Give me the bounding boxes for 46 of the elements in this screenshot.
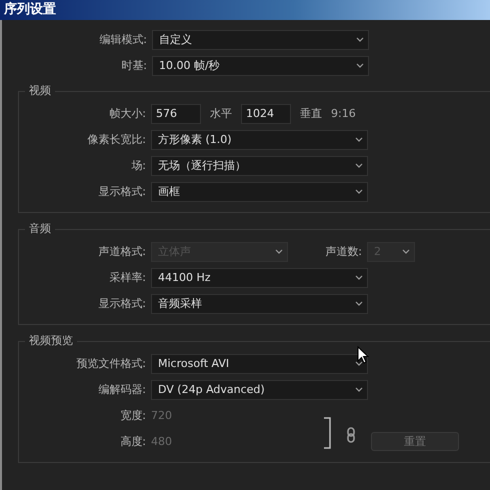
caret-icon xyxy=(355,275,363,280)
pointer-icon xyxy=(357,346,369,364)
field-label: 采样率: xyxy=(108,270,147,285)
caret-icon xyxy=(356,63,364,68)
caret-icon xyxy=(355,163,363,168)
caret-icon xyxy=(355,387,363,392)
field-label: 宽度: xyxy=(119,408,147,423)
field-label: 声道数: xyxy=(324,244,363,259)
dropdown[interactable]: Microsoft AVI xyxy=(151,354,368,374)
dropdown[interactable]: 44100 Hz xyxy=(151,268,368,288)
field-label: 预览文件格式: xyxy=(75,356,147,371)
section-title: 视频预览 xyxy=(25,333,77,349)
dropdown[interactable]: 无场（逐行扫描） xyxy=(151,156,368,176)
dropdown[interactable]: DV (24p Advanced) xyxy=(151,380,368,400)
caret-icon xyxy=(402,249,410,254)
field-label: 垂直 xyxy=(300,106,322,121)
field-label: 水平 xyxy=(210,106,232,121)
dropdown[interactable]: 10.00 帧/秒 xyxy=(152,56,369,76)
dropdown[interactable]: 画框 xyxy=(151,182,368,202)
field-value: 480 xyxy=(151,435,172,448)
caret-icon xyxy=(275,249,283,254)
field-label: 时基: xyxy=(120,58,148,73)
dropdown[interactable]: 方形像素 (1.0) xyxy=(151,130,368,150)
field-label: 场: xyxy=(130,158,147,173)
caret-icon xyxy=(355,189,363,194)
window-title: 序列设置 xyxy=(0,0,490,20)
dropdown[interactable]: 自定义 xyxy=(152,30,369,50)
dropdown[interactable]: 音频采样 xyxy=(151,294,368,314)
input-field[interactable]: 1024 xyxy=(241,104,291,124)
caret-icon xyxy=(355,301,363,306)
field-label: 编解码器: xyxy=(97,382,147,397)
section-title: 视频 xyxy=(25,83,55,99)
field-label: 高度: xyxy=(119,434,147,449)
caret-icon xyxy=(355,361,363,366)
caret-icon xyxy=(356,37,364,42)
input-field[interactable]: 576 xyxy=(151,104,201,124)
field-label: 像素长宽比: xyxy=(86,132,147,147)
field-label: 显示格式: xyxy=(97,296,147,311)
field-label: 帧大小: xyxy=(108,106,147,121)
caret-icon xyxy=(355,137,363,142)
field-label: 显示格式: xyxy=(97,184,147,199)
section-title: 音频 xyxy=(25,221,55,237)
field-value: 720 xyxy=(151,409,172,422)
field-label: 编辑模式: xyxy=(98,32,148,47)
aspect-ratio: 9:16 xyxy=(331,107,356,120)
field-label: 声道格式: xyxy=(97,244,147,259)
